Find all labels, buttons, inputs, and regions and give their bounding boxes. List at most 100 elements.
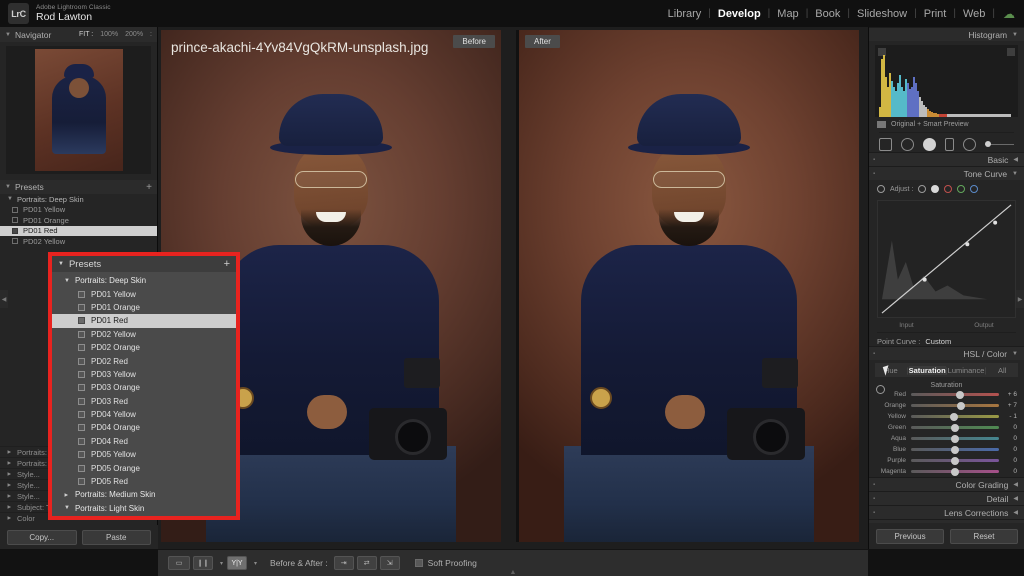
before-after-view-button[interactable]: Y|Y <box>227 556 248 570</box>
preset-group-row[interactable]: ▼ Portraits: Deep Skin <box>52 274 236 287</box>
chevron-right-icon[interactable]: ▼ <box>7 449 13 455</box>
preset-row[interactable]: PD01 Red <box>0 225 157 236</box>
module-develop[interactable]: Develop <box>711 8 768 20</box>
hsl-slider-knob[interactable] <box>951 467 959 476</box>
hsl-color-header[interactable]: ▪ HSL / Color ▼ <box>869 346 1024 360</box>
add-preset-icon[interactable]: + <box>146 182 152 193</box>
hsl-slider-knob[interactable] <box>950 412 959 421</box>
compare-view-button[interactable]: ❙❙ <box>193 556 213 570</box>
zoom-fit-option[interactable]: FIT : <box>79 31 93 38</box>
zoom-more-option[interactable]: : <box>150 31 152 38</box>
hsl-slider-track[interactable] <box>911 412 999 421</box>
chevron-right-icon[interactable]: ▼ <box>7 504 13 510</box>
checkbox-icon[interactable] <box>414 559 423 567</box>
chevron-down-icon[interactable]: ▼ <box>5 32 11 38</box>
copy-settings-button[interactable]: ⇥ <box>333 556 354 570</box>
hsl-slider-value[interactable]: - 1 <box>999 413 1017 420</box>
preset-row[interactable]: PD02 Red <box>52 354 236 367</box>
presets-panel-header[interactable]: ▼ Presets + <box>0 180 157 194</box>
preset-row[interactable]: PD03 Orange <box>52 381 236 394</box>
right-section-header[interactable]: ▪ Detail ◀ <box>869 491 1024 505</box>
tool-amount-slider[interactable] <box>985 141 1014 147</box>
chevron-down-icon[interactable]: ▼ <box>58 261 64 267</box>
chevron-down-icon[interactable]: ▼ <box>64 278 70 284</box>
floating-presets-panel[interactable]: ▼ Presets + ▼ Portraits: Deep Skin PD01 Ye… <box>48 252 240 520</box>
hsl-slider-value[interactable]: + 6 <box>999 391 1017 398</box>
right-section-header[interactable]: ▪ Lens Corrections ◀ <box>869 505 1024 519</box>
panel-switch-icon[interactable]: ▪ <box>873 157 875 163</box>
hsl-slider-track[interactable] <box>911 401 999 410</box>
chevron-right-icon[interactable]: ▼ <box>7 482 13 488</box>
soft-proofing-toggle[interactable]: Soft Proofing <box>414 558 477 568</box>
module-book[interactable]: Book <box>808 8 847 20</box>
preset-row[interactable]: PD05 Orange <box>52 461 236 474</box>
histogram-graph[interactable] <box>875 45 1018 117</box>
chevron-right-icon[interactable]: ▼ <box>64 492 70 498</box>
after-image-pane[interactable]: After <box>519 30 859 542</box>
previous-button[interactable]: Previous <box>876 528 944 544</box>
hsl-slider-track[interactable] <box>911 390 999 399</box>
blue-channel-icon[interactable] <box>970 185 979 193</box>
chevron-down-icon[interactable]: ▾ <box>220 560 223 567</box>
filmstrip-toggle[interactable]: ▲ <box>510 569 517 576</box>
highlight-clipping-icon[interactable] <box>1007 48 1015 56</box>
preset-group-row[interactable]: ▼ Portraits: Light Skin <box>52 502 236 515</box>
panel-switch-icon[interactable]: ▪ <box>873 496 875 502</box>
chevron-down-icon[interactable]: ▼ <box>1012 351 1018 357</box>
chevron-right-icon[interactable]: ▼ <box>7 460 13 466</box>
chevron-left-icon[interactable]: ◀ <box>1013 481 1018 488</box>
hsl-slider-knob[interactable] <box>956 390 965 399</box>
right-section-header[interactable]: ▪ Color Grading ◀ <box>869 477 1024 491</box>
chevron-down-icon[interactable]: ▼ <box>64 505 70 511</box>
module-map[interactable]: Map <box>770 8 805 20</box>
target-adjust-icon[interactable] <box>877 185 885 193</box>
hsl-slider-value[interactable]: 0 <box>999 468 1017 475</box>
chevron-down-icon[interactable]: ▼ <box>1012 171 1018 177</box>
hsl-slider-value[interactable]: + 7 <box>999 402 1017 409</box>
preset-row[interactable]: PD01 Yellow <box>0 205 157 216</box>
red-eye-icon[interactable] <box>945 138 954 151</box>
preset-row[interactable]: PD05 Yellow <box>52 448 236 461</box>
preset-row[interactable]: PD03 Yellow <box>52 368 236 381</box>
masking-icon[interactable] <box>923 138 936 151</box>
preset-row[interactable]: PD02 Yellow <box>52 328 236 341</box>
left-panel-collapse-toggle[interactable]: ◀ <box>0 290 8 308</box>
hsl-slider-track[interactable] <box>911 434 999 443</box>
chevron-right-icon[interactable]: ▼ <box>7 515 13 521</box>
hsl-slider-knob[interactable] <box>951 445 959 454</box>
module-library[interactable]: Library <box>661 8 709 20</box>
hsl-slider-value[interactable]: 0 <box>999 457 1017 464</box>
preset-row[interactable]: PD01 Red <box>52 314 236 328</box>
parametric-curve-icon[interactable] <box>918 185 927 193</box>
hsl-slider-knob[interactable] <box>951 423 959 432</box>
loupe-view-button[interactable]: ▭ <box>168 556 190 570</box>
radial-filter-icon[interactable] <box>963 138 976 151</box>
spot-removal-icon[interactable] <box>901 138 914 151</box>
preset-row[interactable]: PD03 Red <box>52 395 236 408</box>
tone-curve-header[interactable]: ▪ Tone Curve ▼ <box>869 166 1024 180</box>
hsl-slider-knob[interactable] <box>951 434 959 443</box>
navigator-preview[interactable] <box>6 46 151 174</box>
preset-row[interactable]: PD05 Red <box>52 475 236 488</box>
reset-button[interactable]: Reset <box>950 528 1018 544</box>
chevron-down-icon[interactable]: ▼ <box>1012 32 1018 38</box>
hsl-tab-all[interactable]: All <box>986 366 1018 375</box>
preset-row[interactable]: PD04 Orange <box>52 421 236 434</box>
hsl-slider-value[interactable]: 0 <box>999 424 1017 431</box>
preset-row[interactable]: PD04 Yellow <box>52 408 236 421</box>
point-curve-value[interactable]: Custom <box>925 337 951 346</box>
cloud-sync-icon[interactable]: ☁ <box>1003 7 1015 21</box>
green-channel-icon[interactable] <box>957 185 966 193</box>
hsl-tab-saturation[interactable]: Saturation <box>908 365 946 375</box>
panel-switch-icon[interactable]: ▪ <box>873 510 875 516</box>
chevron-left-icon[interactable]: ◀ <box>1013 495 1018 502</box>
preset-row[interactable]: PD04 Red <box>52 435 236 448</box>
right-panel-collapse-toggle[interactable]: ▶ <box>1016 290 1024 308</box>
panel-switch-icon[interactable]: ▪ <box>873 482 875 488</box>
chevron-left-icon[interactable]: ◀ <box>1013 156 1018 163</box>
chevron-right-icon[interactable]: ▼ <box>7 493 13 499</box>
navigator-header[interactable]: ▼ Navigator FIT : 100% 200% : <box>0 27 157 42</box>
hsl-slider-track[interactable] <box>911 467 999 476</box>
preset-row[interactable]: PD01 Yellow <box>52 287 236 300</box>
red-channel-icon[interactable] <box>944 185 953 193</box>
